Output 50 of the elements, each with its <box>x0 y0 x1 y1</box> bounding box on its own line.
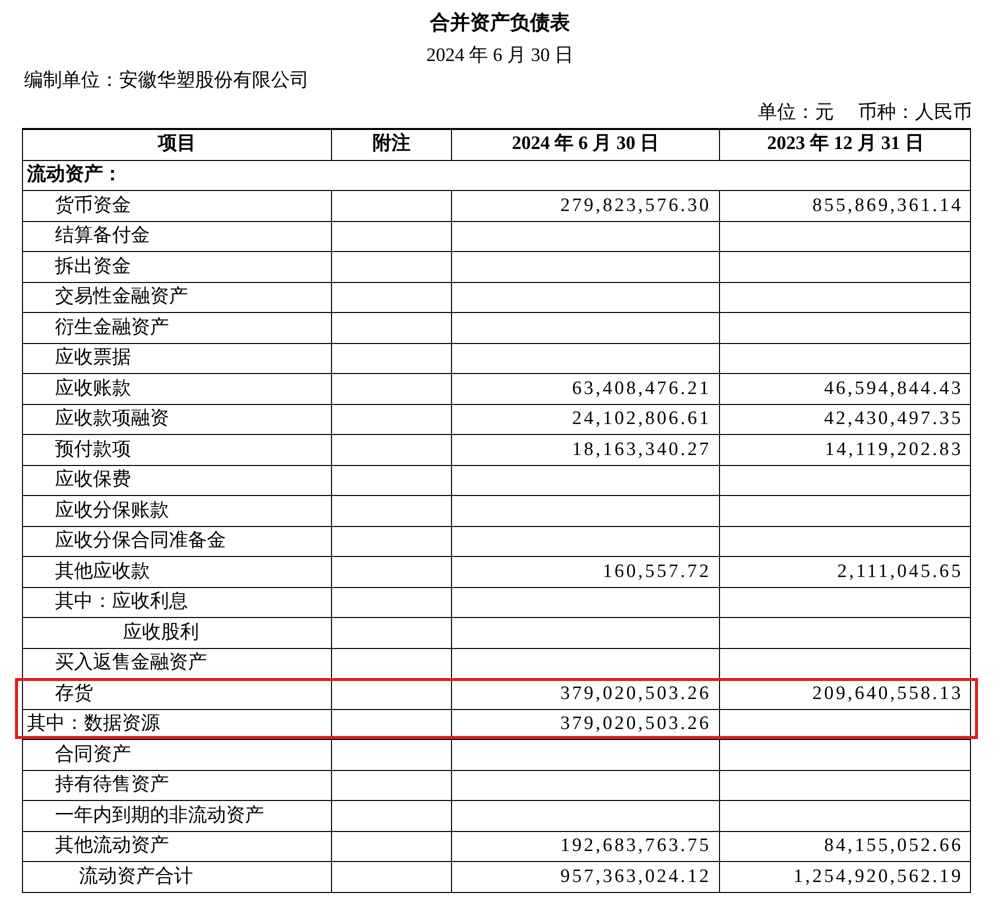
amount-cell-text: 46,594,844.43 <box>824 376 963 400</box>
item-label: 应收票据 <box>55 346 131 370</box>
report-date: 2024 年 6 月 30 日 <box>426 44 574 68</box>
item-label: 其他应收款 <box>55 560 150 584</box>
column-header: 2023 年 12 月 31 日 <box>767 132 924 156</box>
column-header: 2024 年 6 月 30 日 <box>512 132 660 156</box>
amount-cell-text: 63,408,476.21 <box>572 376 711 400</box>
report-title: 合并资产负债表 <box>430 10 570 36</box>
item-label: 交易性金融资产 <box>55 285 188 309</box>
item-label: 应收保费 <box>55 468 131 492</box>
item-label: 一年内到期的非流动资产 <box>55 804 264 828</box>
amount-cell-text: 855,869,361.14 <box>812 194 963 218</box>
amount-cell-text: 24,102,806.61 <box>572 407 711 431</box>
item-label: 拆出资金 <box>55 254 131 278</box>
column-header: 附注 <box>372 132 410 156</box>
amount-cell-text: 2,111,045.65 <box>837 560 963 584</box>
section-heading: 流动资产： <box>26 162 122 187</box>
item-label: 衍生金融资产 <box>55 316 169 340</box>
amount-cell-text: 209,640,558.13 <box>812 682 963 706</box>
amount-cell-text: 84,155,052.66 <box>824 834 963 858</box>
unit-label: 单位：元 <box>758 101 834 125</box>
item-label: 结算备付金 <box>55 224 150 248</box>
amount-cell-text: 379,020,503.26 <box>560 712 711 736</box>
item-label: 其中：应收利息 <box>55 590 188 614</box>
item-label: 货币资金 <box>55 194 131 218</box>
item-label: 合同资产 <box>55 742 131 766</box>
amount-cell-text: 379,020,503.26 <box>560 682 711 706</box>
item-label: 应收账款 <box>55 376 131 400</box>
item-label: 流动资产合计 <box>79 864 193 888</box>
item-label: 买入返售金融资产 <box>55 651 207 675</box>
amount-cell-text: 42,430,497.35 <box>824 407 963 431</box>
item-label: 其中：数据资源 <box>27 712 160 736</box>
amount-cell-text: 1,254,920,562.19 <box>794 864 963 888</box>
amount-cell-text: 192,683,763.75 <box>560 834 711 858</box>
item-label: 应收股利 <box>123 620 199 644</box>
item-label: 应收款项融资 <box>55 407 169 431</box>
item-label: 应收分保账款 <box>55 498 169 522</box>
amount-cell-text: 160,557.72 <box>602 560 711 584</box>
item-label: 存货 <box>55 682 93 706</box>
amount-cell-text: 279,823,576.30 <box>560 194 711 218</box>
column-header: 项目 <box>158 132 196 156</box>
amount-cell-text: 957,363,024.12 <box>560 864 711 888</box>
item-label: 预付款项 <box>55 438 131 462</box>
amount-cell-text: 18,163,340.27 <box>572 438 711 462</box>
item-label: 持有待售资产 <box>55 773 169 797</box>
company-name: 编制单位：安徽华塑股份有限公司 <box>24 70 309 90</box>
item-label: 应收分保合同准备金 <box>55 529 226 553</box>
item-label: 其他流动资产 <box>55 834 169 858</box>
currency-label: 币种：人民币 <box>858 101 972 125</box>
amount-cell-text: 14,119,202.83 <box>824 438 963 462</box>
